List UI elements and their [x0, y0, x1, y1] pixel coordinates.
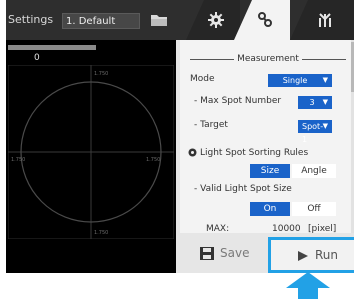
viewer-footer	[6, 253, 176, 273]
tick-left: 1.750	[11, 157, 26, 163]
tab-general[interactable]	[176, 0, 240, 40]
run-button[interactable]: Run	[268, 237, 354, 273]
play-icon	[298, 251, 308, 261]
sorting-label: Light Spot Sorting Rules	[200, 148, 309, 158]
mode-dropdown[interactable]: Single ▼	[268, 74, 332, 87]
max-spot-dropdown[interactable]: 3 ▼	[298, 96, 332, 109]
section-measurement: Measurement	[190, 52, 346, 66]
save-label: Save	[220, 246, 250, 260]
save-icon	[200, 247, 214, 260]
sorting-icon	[188, 148, 197, 157]
valid-size-label: - Valid Light Spot Size	[194, 184, 292, 194]
max-spot-label: - Max Spot Number	[194, 96, 282, 106]
scroll-thumb[interactable]	[351, 42, 354, 92]
measurement-panel: Measurement Mode Single ▼ - Max Spot Num…	[180, 40, 354, 233]
run-label: Run	[315, 248, 339, 262]
header-bar: Settings 1. Default	[6, 0, 354, 40]
chevron-down-icon: ▼	[322, 76, 328, 84]
chevron-down-icon: ▼	[322, 122, 328, 130]
max-label: MAX:	[206, 224, 230, 233]
callout-arrow-icon	[286, 272, 330, 299]
valid-size-off-button[interactable]: Off	[292, 202, 336, 216]
chevron-down-icon: ▼	[322, 98, 328, 106]
window-title: Settings	[8, 13, 54, 26]
tick-right: 1.750	[146, 157, 161, 163]
max-value[interactable]: 10000	[272, 224, 301, 233]
sort-size-button[interactable]: Size	[250, 164, 290, 178]
action-bar: Save Run	[180, 233, 354, 273]
panel-scrollbar[interactable]	[351, 40, 354, 233]
settings-window: Settings 1. Default 0 1.750 1.750 1.750 …	[6, 0, 354, 273]
valid-size-on-button[interactable]: On	[250, 202, 290, 216]
save-button[interactable]: Save	[180, 233, 262, 273]
folder-icon[interactable]	[148, 10, 170, 30]
max-unit: [pixel]	[308, 224, 337, 233]
target-dropdown[interactable]: Spot-1 ▼	[298, 120, 332, 144]
tick-top: 1.750	[94, 71, 109, 77]
sort-angle-button[interactable]: Angle	[292, 164, 336, 178]
mode-label: Mode	[190, 74, 215, 84]
level-meter	[8, 45, 96, 50]
preset-selector[interactable]: 1. Default	[62, 13, 140, 29]
readout-value: 0	[34, 53, 40, 63]
gear-icon	[208, 12, 224, 28]
tab-output[interactable]	[290, 0, 354, 40]
sensor-icon	[258, 12, 272, 27]
target-circle	[8, 65, 174, 239]
antenna-icon	[319, 13, 331, 27]
tick-bottom: 1.750	[94, 230, 109, 236]
target-label: - Target	[194, 120, 228, 130]
monitor-view: 0 1.750 1.750 1.750 1.750	[6, 40, 176, 273]
